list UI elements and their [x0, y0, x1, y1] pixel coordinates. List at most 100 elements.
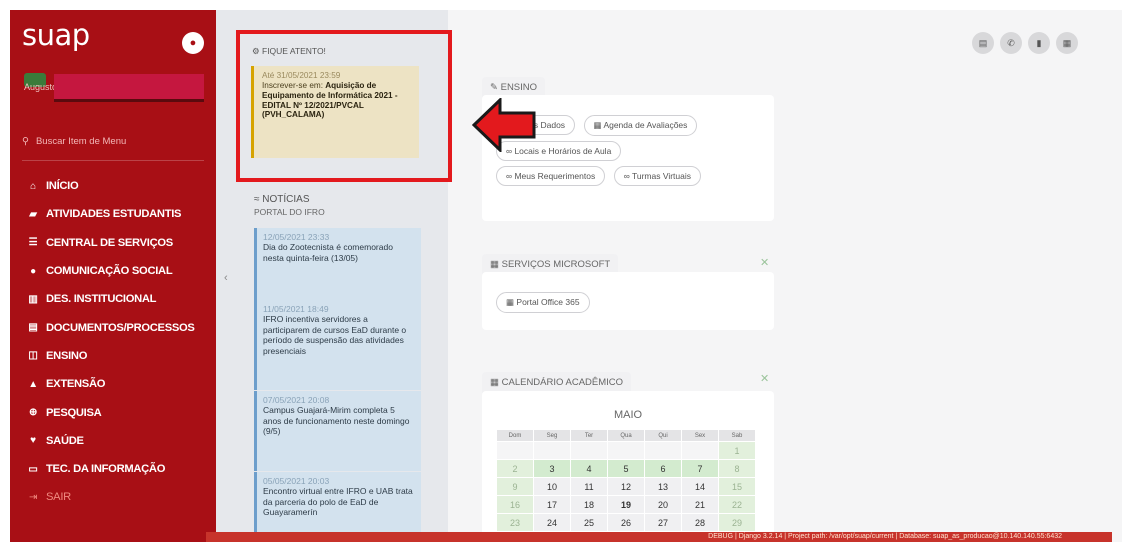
notification-bell-icon[interactable]: ●	[182, 32, 204, 54]
link-turmas-virtuais[interactable]: ∞ Turmas Virtuais	[613, 166, 702, 186]
building-icon: ▲	[28, 378, 38, 390]
home-icon: ⌂	[30, 180, 36, 192]
news-timestamp: 11/05/2021 18:49	[263, 304, 329, 314]
calendar-day[interactable]: 5	[607, 459, 645, 478]
sidebar: suap ● Augusto ⚲ Buscar Item de Menu ⌂ IN…	[10, 10, 216, 542]
menu-item-sair[interactable]: ⇥ SAIR	[10, 483, 216, 511]
calendar-day[interactable]: 27	[644, 513, 682, 532]
menu-item-comunicacao-social[interactable]: ● COMUNICAÇÃO SOCIAL	[10, 257, 216, 285]
calendar-day[interactable]: 11	[570, 477, 608, 496]
calendar-day[interactable]: 12	[607, 477, 645, 496]
menu-item-central-de-servicos[interactable]: ☰ CENTRAL DE SERVIÇOS	[10, 229, 216, 257]
calendar-day[interactable]: 4	[570, 459, 608, 478]
calendar-day[interactable]: 14	[681, 477, 719, 496]
menu-item-inicio[interactable]: ⌂ INÍCIO	[10, 172, 216, 200]
menu-search-label: Buscar Item de Menu	[35, 136, 127, 147]
windows-icon: ▦	[506, 297, 515, 307]
calendar-day[interactable]: 17	[533, 495, 571, 514]
calendar-empty-cell	[644, 441, 682, 460]
calendar-day[interactable]: 28	[681, 513, 719, 532]
menu-item-documentos-processos[interactable]: ▤ DOCUMENTOS/PROCESSOS	[10, 313, 216, 341]
calendar-week: 9 10 11 12 13 14 15	[496, 477, 756, 496]
calendar-grid: Dom Seg Ter Qua Qui Sex Sab 1 2 3 4 5 6 7 8 9 10 11 12 13 1…	[496, 429, 756, 532]
alert-card[interactable]: Até 31/05/2021 23:59 Inscrever-se em: Aq…	[251, 66, 419, 158]
menu-item-tec-da-informacao[interactable]: ▭ TEC. DA INFORMAÇÃO	[10, 455, 216, 483]
heart-icon: ♥	[30, 435, 36, 447]
calendar-day[interactable]: 3	[533, 459, 571, 478]
calendar-day[interactable]: 22	[718, 495, 756, 514]
main-menu: ⌂ INÍCIO ▰ ATIVIDADES ESTUDANTIS ☰ CENTRAL …	[10, 172, 216, 512]
menu-item-extensao[interactable]: ▲ EXTENSÃO	[10, 370, 216, 398]
calendar-day[interactable]: 16	[496, 495, 534, 514]
weekday-header: Qua	[607, 429, 645, 442]
comment-icon: ●	[30, 265, 36, 277]
calendar-week: 23 24 25 26 27 28 29	[496, 513, 756, 532]
menu-search[interactable]: ⚲ Buscar Item de Menu	[22, 136, 204, 161]
news-text: Campus Guajará-Mirim completa 5 anos de …	[263, 405, 410, 437]
monitor-icon: ▭	[28, 463, 38, 475]
calendar-day[interactable]: 29	[718, 513, 756, 532]
app-logo[interactable]: suap	[22, 18, 90, 52]
news-timestamp: 05/05/2021 20:03	[263, 476, 330, 486]
close-calendar-panel-icon[interactable]: ✕	[760, 372, 769, 385]
globe-icon: ⊕	[28, 407, 38, 419]
calendar-week: 2345678	[496, 459, 756, 478]
document-icon[interactable]: ▤	[972, 32, 994, 54]
list-icon: ☰	[28, 237, 38, 249]
search-icon: ⚲	[22, 136, 29, 147]
calendar-day[interactable]: 2	[496, 459, 534, 478]
calendar-day[interactable]: 1	[718, 441, 756, 460]
redacted-user-info	[54, 74, 204, 102]
news-item[interactable]: 11/05/2021 18:49 IFRO incentiva servidor…	[254, 300, 421, 390]
menu-item-saude[interactable]: ♥ SAÚDE	[10, 427, 216, 455]
annotation-arrow-icon	[472, 98, 536, 152]
weekday-header: Dom	[496, 429, 534, 442]
alert-header: ⚙ FIQUE ATENTO!	[252, 46, 326, 56]
calendar-day[interactable]: 6	[644, 459, 682, 478]
link-agenda-de-avaliacoes[interactable]: ▦ Agenda de Avaliações	[583, 115, 698, 136]
weekday-header: Seg	[533, 429, 571, 442]
calendar-day[interactable]: 9	[496, 477, 534, 496]
calendar-day[interactable]: 25	[570, 513, 608, 532]
calendar-day[interactable]: 8	[718, 459, 756, 478]
news-timestamp: 12/05/2021 23:33	[263, 232, 330, 242]
calendar-panel-tab: ▦ CALENDÁRIO ACADÊMICO	[482, 372, 632, 393]
calendar-empty-cell	[681, 441, 719, 460]
news-timestamp: 07/05/2021 20:08	[263, 395, 330, 405]
calendar-day[interactable]: 23	[496, 513, 534, 532]
calendar-day[interactable]: 24	[533, 513, 571, 532]
news-text: Encontro virtual entre IFRO e UAB trata …	[263, 486, 413, 518]
phone-icon[interactable]: ✆	[1000, 32, 1022, 54]
news-text: IFRO incentiva servidores a participarem…	[263, 314, 407, 356]
link-portal-office-365[interactable]: ▦ Portal Office 365	[496, 292, 590, 313]
calendar-day[interactable]: 20	[644, 495, 682, 514]
calendar-month: MAIO	[613, 409, 643, 421]
calendar-day[interactable]: 13	[644, 477, 682, 496]
bookmark-icon[interactable]: ▮	[1028, 32, 1050, 54]
menu-item-atividades-estudantis[interactable]: ▰ ATIVIDADES ESTUDANTIS	[10, 200, 216, 228]
calendar-day[interactable]: 18	[570, 495, 608, 514]
news-item[interactable]: 07/05/2021 20:08 Campus Guajará-Mirim co…	[254, 391, 421, 471]
menu-item-ensino[interactable]: ◫ ENSINO	[10, 342, 216, 370]
calendar-day[interactable]: 21	[681, 495, 719, 514]
calendar-icon: ▦	[593, 120, 602, 130]
link-meus-requerimentos[interactable]: ∞ Meus Requerimentos	[496, 166, 606, 186]
news-text: Dia do Zootecnista é comemorado nesta qu…	[263, 242, 393, 263]
menu-item-des-institucional[interactable]: ▥ DES. INSTITUCIONAL	[10, 285, 216, 313]
book-icon[interactable]: ▦	[1056, 32, 1078, 54]
calendar-week: 16 17 18 19 20 21 22	[496, 495, 756, 514]
calendar-day[interactable]: 26	[607, 513, 645, 532]
calendar-day[interactable]: 10	[533, 477, 571, 496]
alert-timestamp: Até 31/05/2021 23:59	[262, 71, 341, 80]
close-microsoft-panel-icon[interactable]: ✕	[760, 256, 769, 269]
calendar-day[interactable]: 19	[607, 495, 645, 514]
news-item[interactable]: 12/05/2021 23:33 Dia do Zootecnista é co…	[254, 228, 421, 300]
calendar-day[interactable]: 7	[681, 459, 719, 478]
rss-icon: ≈	[254, 194, 260, 205]
menu-item-pesquisa[interactable]: ⊕ PESQUISA	[10, 398, 216, 426]
link-icon: ∞	[623, 171, 630, 181]
calendar-day[interactable]: 15	[718, 477, 756, 496]
debug-footer: DEBUG | Django 3.2.14 | Project path: /v…	[206, 532, 1112, 542]
microsoft-panel: ▦ Portal Office 365	[482, 272, 774, 330]
collapse-sidebar-icon[interactable]: ‹	[224, 272, 228, 284]
